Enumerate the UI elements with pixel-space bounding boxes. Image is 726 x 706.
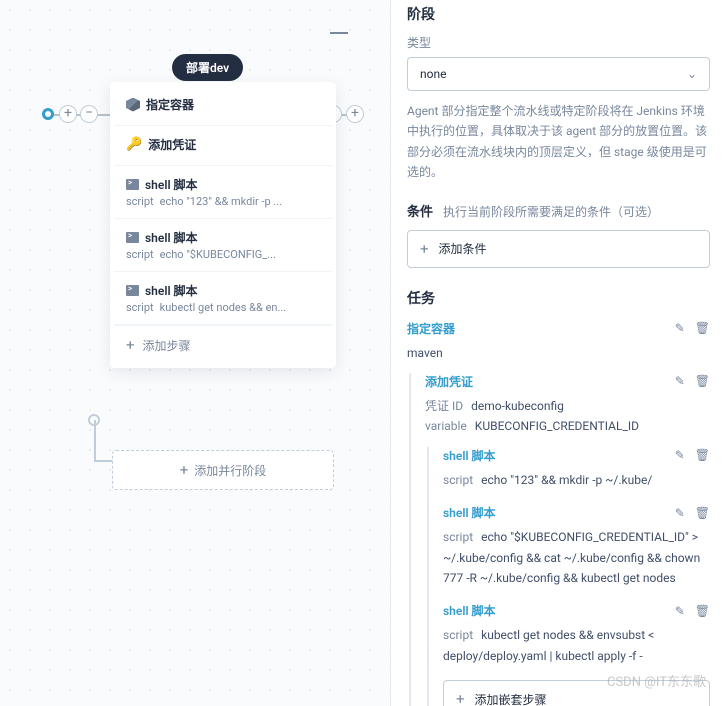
key-icon: 🔑 — [126, 137, 142, 152]
task-item: shell 脚本 ✎🗑 scriptkubectl get nodes && e… — [443, 602, 710, 666]
shell-icon — [126, 179, 139, 190]
add-node-button[interactable]: − — [80, 105, 98, 123]
edit-icon[interactable]: ✎ — [675, 506, 685, 520]
delete-icon[interactable]: 🗑 — [695, 604, 710, 618]
edit-icon[interactable]: ✎ — [675, 448, 685, 462]
step-item[interactable]: shell 脚本 scriptkubectl get nodes && en..… — [114, 272, 332, 325]
delete-icon[interactable]: 🗑 — [695, 448, 710, 462]
branch-line — [94, 420, 96, 462]
watermark: CSDN @IT东东歌 — [607, 671, 706, 690]
task-name-link[interactable]: 指定容器 — [407, 320, 455, 337]
chevron-down-icon: ⌄ — [687, 67, 697, 81]
step-title: 添加凭证 — [148, 136, 196, 153]
step-item[interactable]: shell 脚本 scriptecho "$KUBECONFIG_... — [114, 219, 332, 272]
type-label: 类型 — [407, 34, 710, 51]
delete-icon[interactable]: 🗑 — [695, 321, 710, 335]
plus-icon: + — [420, 240, 429, 258]
task-item: 添加凭证 ✎🗑 凭证 IDdemo-kubeconfig variableKUB… — [425, 373, 710, 706]
add-step-button[interactable]: +添加步骤 — [114, 325, 332, 364]
plus-icon: + — [180, 461, 189, 479]
stage-name-tag[interactable]: 部署dev — [172, 54, 243, 81]
add-node-button[interactable]: + — [59, 105, 77, 123]
step-title: shell 脚本 — [145, 176, 198, 193]
shell-icon — [126, 285, 139, 296]
add-condition-button[interactable]: +添加条件 — [407, 230, 710, 268]
task-item: shell 脚本 ✎🗑 scriptecho "$KUBECONFIG_CRED… — [443, 504, 710, 588]
task-body: maven — [407, 343, 710, 363]
edit-icon[interactable]: ✎ — [675, 374, 685, 388]
type-help-text: Agent 部分指定整个流水线或特定阶段将在 Jenkins 环境中执行的位置，… — [407, 101, 710, 183]
collapse-icon[interactable] — [330, 32, 348, 34]
shell-icon — [126, 232, 139, 243]
container-icon — [126, 98, 140, 112]
task-name-link[interactable]: shell 脚本 — [443, 602, 496, 619]
step-title: shell 脚本 — [145, 229, 198, 246]
step-item[interactable]: shell 脚本 scriptecho "123" && mkdir -p ..… — [114, 166, 332, 219]
task-item: 指定容器 ✎🗑 maven 添加凭证 ✎🗑 凭证 IDdemo-kubeconf… — [407, 320, 710, 706]
node-handle-left[interactable] — [42, 108, 54, 120]
conditions-desc: 执行当前阶段所需要满足的条件（可选） — [443, 203, 659, 220]
agent-type-select[interactable]: none ⌄ — [407, 57, 710, 91]
task-name-link[interactable]: shell 脚本 — [443, 447, 496, 464]
config-panel: 阶段 类型 none ⌄ Agent 部分指定整个流水线或特定阶段将在 Jenk… — [390, 0, 726, 706]
plus-icon: + — [456, 690, 465, 706]
step-title: shell 脚本 — [145, 282, 198, 299]
delete-icon[interactable]: 🗑 — [695, 374, 710, 388]
task-item: shell 脚本 ✎🗑 scriptecho "123" && mkdir -p… — [443, 447, 710, 490]
task-name-link[interactable]: 添加凭证 — [425, 373, 473, 390]
edit-icon[interactable]: ✎ — [675, 321, 685, 335]
tasks-title: 任务 — [407, 288, 710, 308]
pipeline-canvas[interactable]: + − − + 部署dev 指定容器 🔑添加凭证 shell 脚本 script… — [0, 0, 390, 706]
add-node-button[interactable]: + — [346, 105, 364, 123]
plus-icon: + — [126, 336, 135, 354]
step-title: 指定容器 — [146, 96, 194, 113]
edit-icon[interactable]: ✎ — [675, 604, 685, 618]
delete-icon[interactable]: 🗑 — [695, 506, 710, 520]
task-tree: 指定容器 ✎🗑 maven 添加凭证 ✎🗑 凭证 IDdemo-kubeconf… — [407, 320, 710, 706]
stage-heading: 阶段 — [407, 4, 710, 24]
step-item[interactable]: 🔑 添加凭证 — [114, 126, 332, 166]
stage-card: 指定容器 🔑 添加凭证 shell 脚本 scriptecho "123" && … — [110, 82, 336, 368]
step-item[interactable]: 指定容器 — [114, 86, 332, 126]
task-name-link[interactable]: shell 脚本 — [443, 504, 496, 521]
conditions-title: 条件 — [407, 201, 433, 220]
add-parallel-button[interactable]: + 添加并行阶段 — [112, 450, 334, 490]
